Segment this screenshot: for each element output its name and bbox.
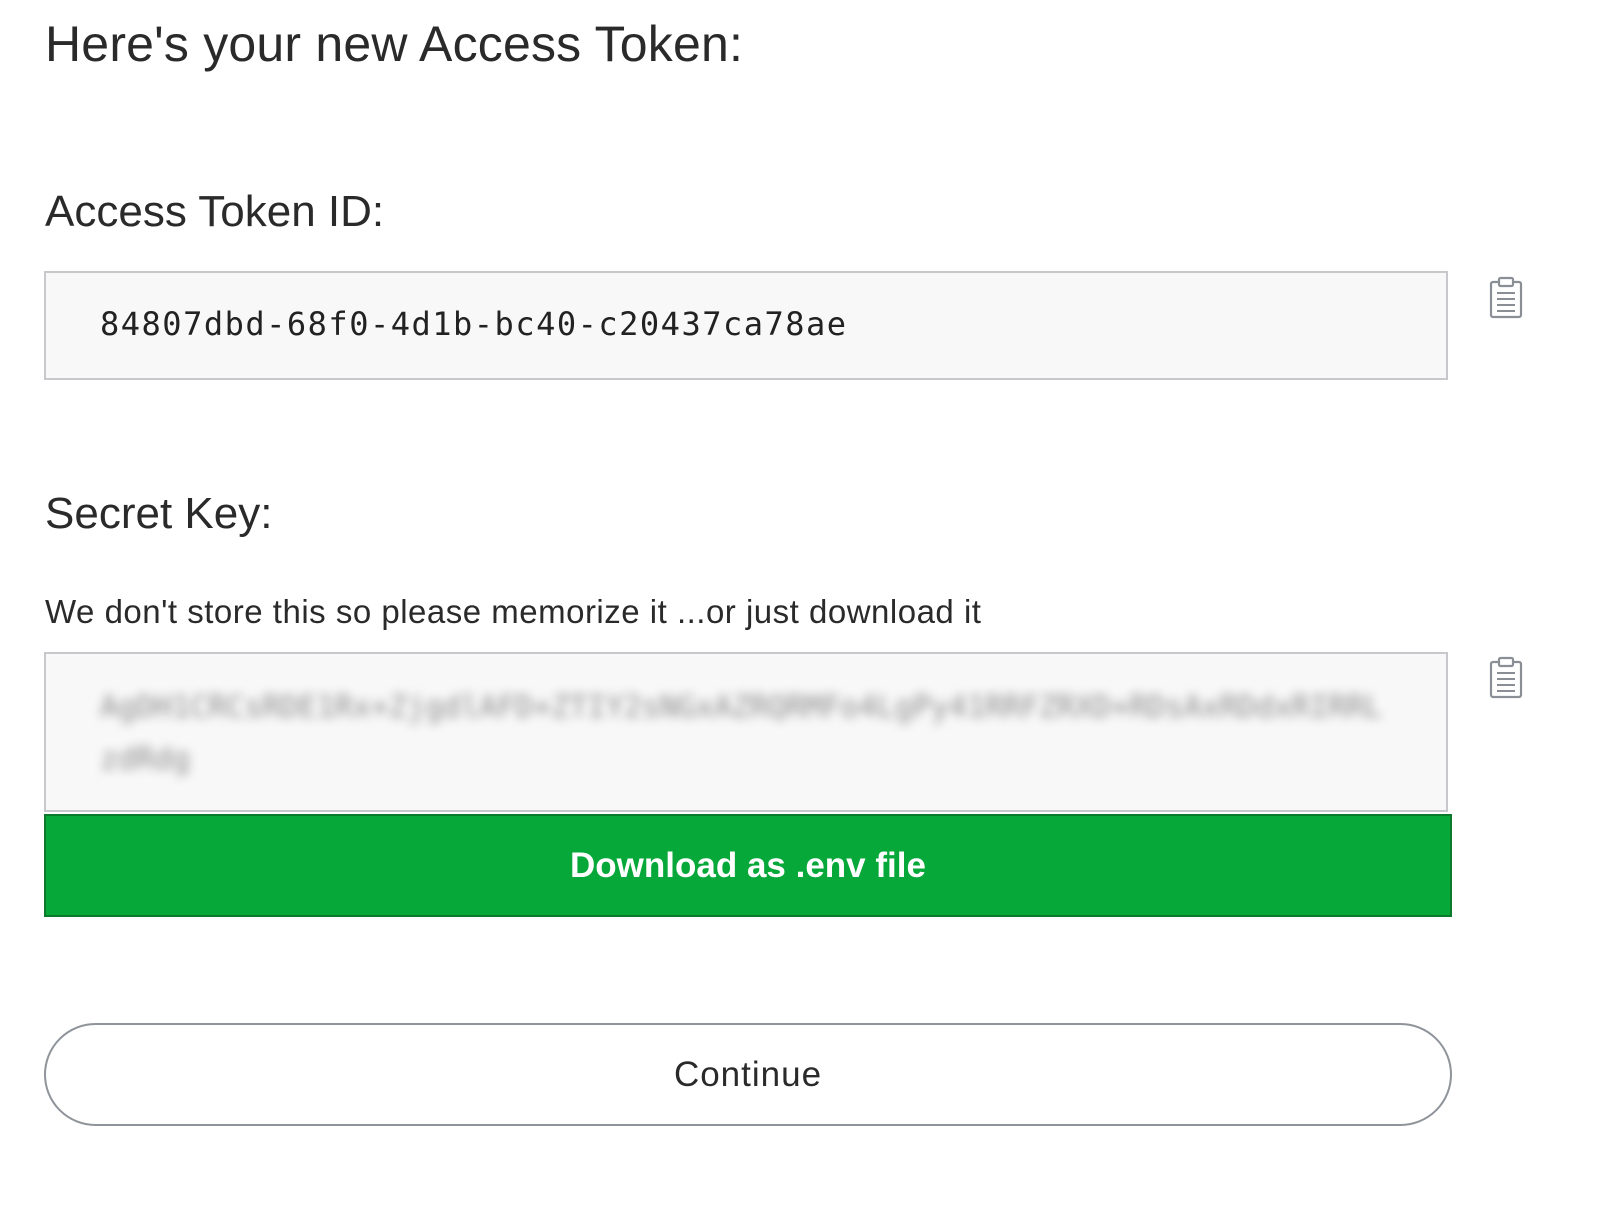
continue-button[interactable]: Continue bbox=[44, 1023, 1452, 1126]
copy-secret-clipboard-icon[interactable] bbox=[1488, 656, 1524, 700]
access-token-id-label: Access Token ID: bbox=[45, 187, 385, 236]
secret-key-field[interactable]: AgDH1CRCsRDE1Rx+ZjgdlAFD+ZTIY2sNGxAZRQRM… bbox=[44, 652, 1448, 812]
copy-token-clipboard-icon[interactable] bbox=[1488, 276, 1524, 320]
secret-key-value-blurred[interactable]: AgDH1CRCsRDE1Rx+ZjgdlAFD+ZTIY2sNGxAZRQRM… bbox=[100, 682, 1400, 786]
clipboard-icon bbox=[1489, 656, 1523, 699]
clipboard-icon bbox=[1489, 276, 1523, 319]
access-token-id-field[interactable]: 84807dbd-68f0-4d1b-bc40-c20437ca78ae bbox=[44, 271, 1448, 380]
download-env-button[interactable]: Download as .env file bbox=[44, 814, 1452, 917]
access-token-id-value[interactable]: 84807dbd-68f0-4d1b-bc40-c20437ca78ae bbox=[100, 305, 848, 343]
secret-key-label: Secret Key: bbox=[45, 489, 273, 538]
page-title: Here's your new Access Token: bbox=[45, 16, 744, 72]
secret-key-help-text: We don't store this so please memorize i… bbox=[45, 593, 982, 630]
